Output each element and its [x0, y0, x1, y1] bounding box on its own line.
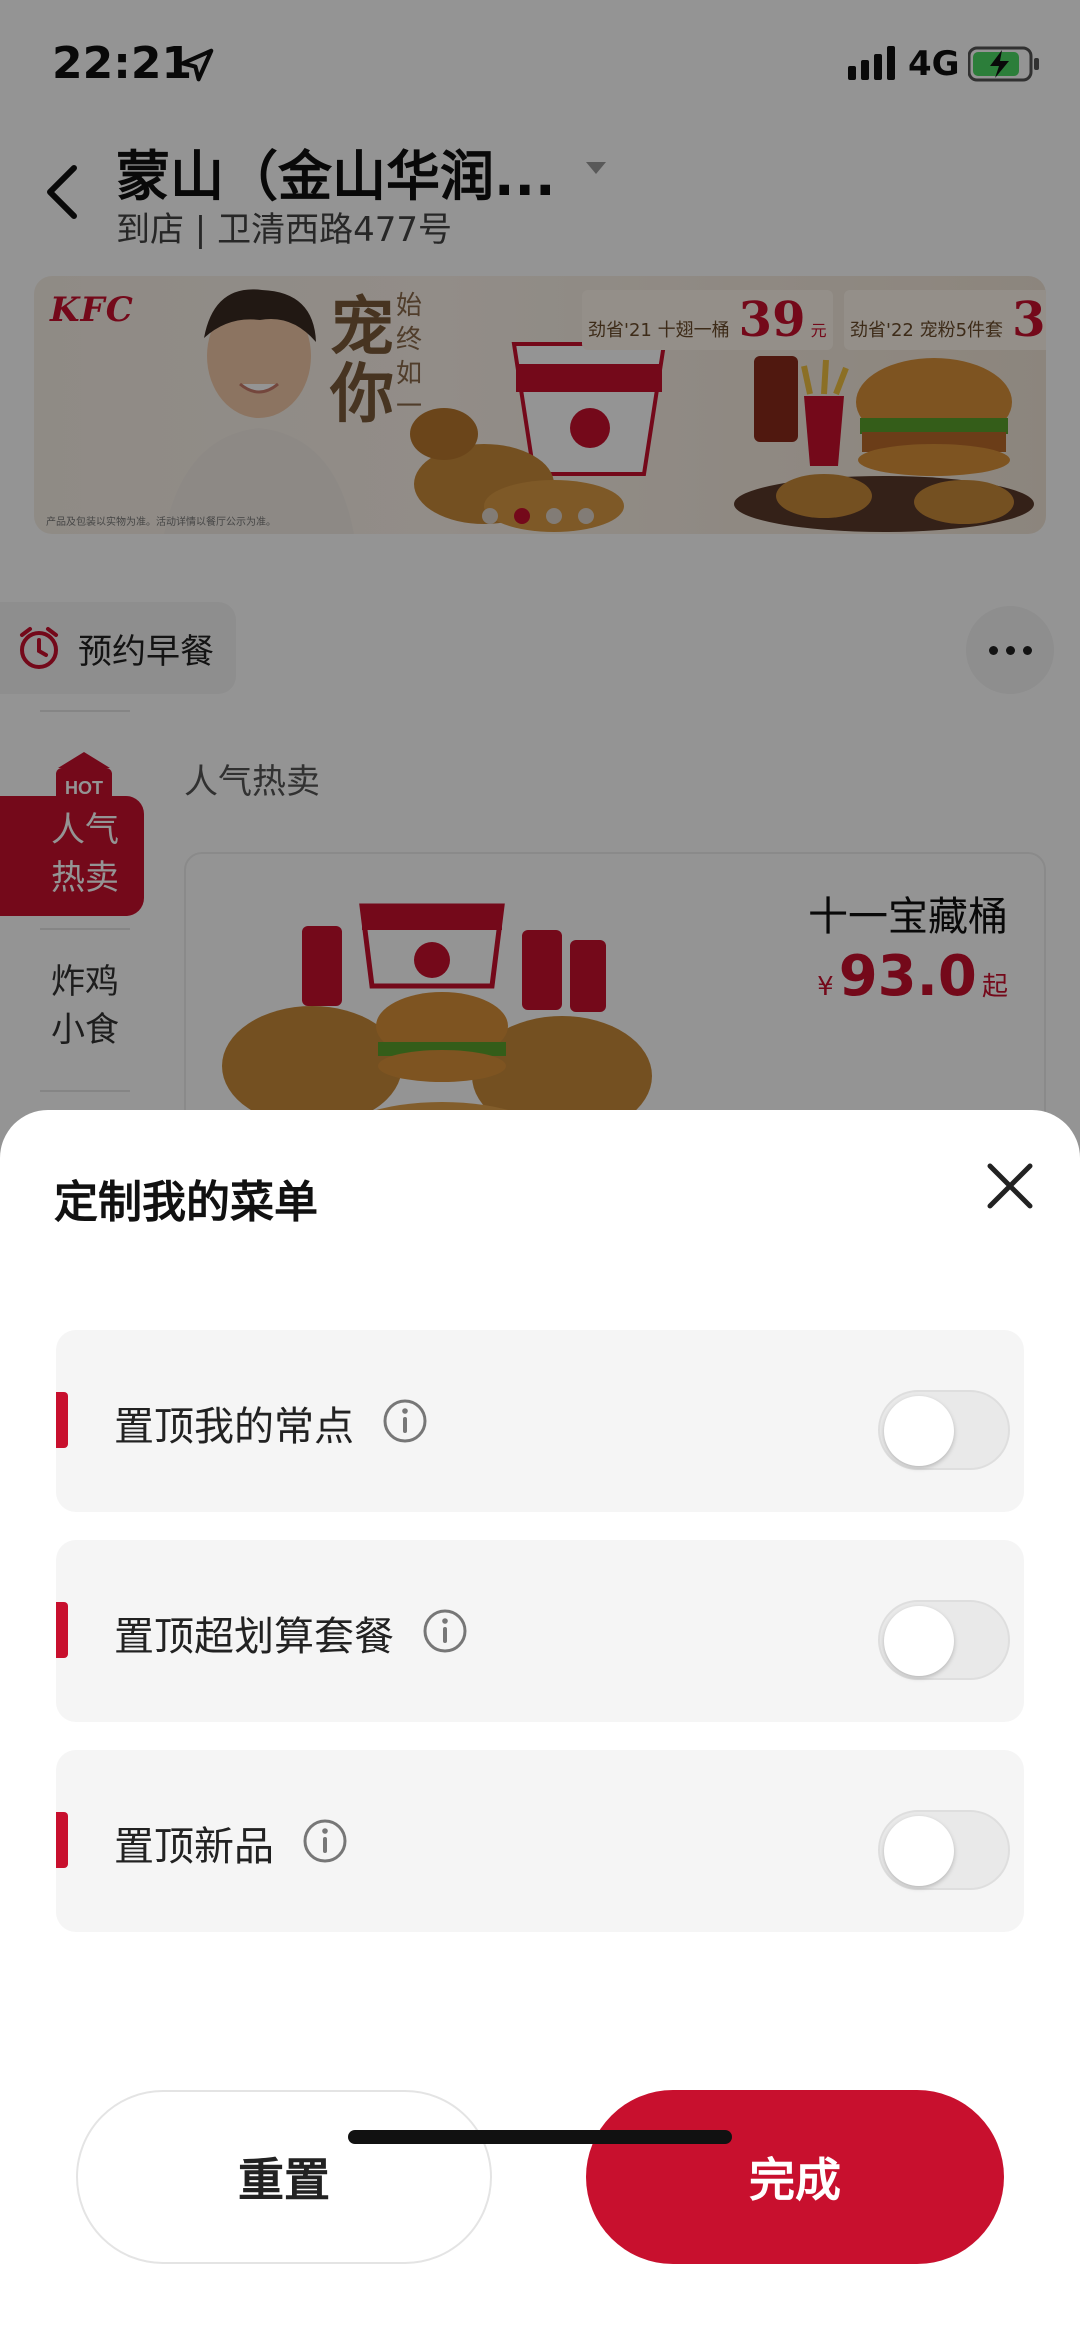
sheet-title: 定制我的菜单 — [54, 1177, 318, 1228]
option-label: 置顶超划算套餐 — [114, 1614, 394, 1660]
done-button[interactable]: 完成 — [586, 2090, 1004, 2264]
option-pin-new-items: 置顶新品 — [56, 1750, 1024, 1932]
toggle-knob — [884, 1606, 954, 1676]
reset-button[interactable]: 重置 — [76, 2090, 492, 2264]
toggle-pin-value-meals[interactable] — [878, 1600, 1010, 1680]
toggle-pin-new-items[interactable] — [878, 1810, 1010, 1890]
toggle-knob — [884, 1396, 954, 1466]
info-icon[interactable] — [382, 1398, 428, 1444]
info-icon[interactable] — [302, 1818, 348, 1864]
toggle-knob — [884, 1816, 954, 1886]
option-accent-bar — [56, 1392, 68, 1448]
home-indicator[interactable] — [348, 2130, 732, 2144]
option-accent-bar — [56, 1602, 68, 1658]
option-label: 置顶我的常点 — [114, 1404, 354, 1450]
customize-menu-sheet: 定制我的菜单 置顶我的常点 置顶超划算套餐 置顶新品 重置 完成 — [0, 1110, 1080, 2339]
info-icon[interactable] — [422, 1608, 468, 1654]
option-pin-value-meals: 置顶超划算套餐 — [56, 1540, 1024, 1722]
option-pin-favorites: 置顶我的常点 — [56, 1330, 1024, 1512]
option-label: 置顶新品 — [114, 1824, 274, 1870]
toggle-pin-favorites[interactable] — [878, 1390, 1010, 1470]
option-accent-bar — [56, 1812, 68, 1868]
close-icon[interactable] — [980, 1156, 1040, 1216]
